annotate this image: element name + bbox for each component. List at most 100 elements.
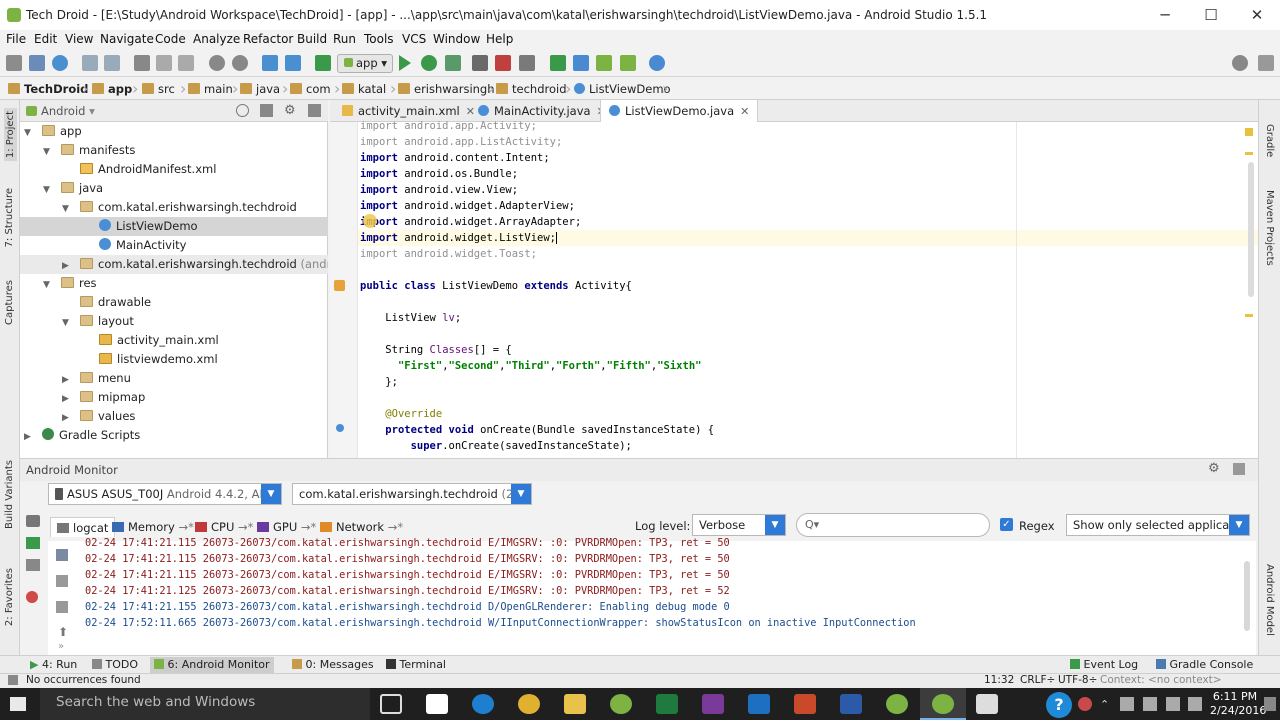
close-button[interactable]: ✕: [1234, 0, 1280, 30]
tray-app-icon[interactable]: [1078, 697, 1092, 711]
tab-logcat[interactable]: logcat: [50, 517, 116, 537]
code-line[interactable]: @Override: [360, 406, 442, 422]
code-line[interactable]: ListView lv;: [360, 310, 461, 326]
android-studio-taskbar-icon-2[interactable]: [886, 694, 908, 714]
sdk-manager-icon[interactable]: [596, 55, 612, 71]
expand-down-icon[interactable]: ▼: [62, 314, 72, 331]
outlook-icon[interactable]: [748, 694, 770, 714]
expand-down-icon[interactable]: ▼: [43, 276, 53, 293]
gradle-sync-icon[interactable]: [550, 55, 566, 71]
tree-item[interactable]: AndroidManifest.xml: [20, 160, 328, 179]
screen-record-icon[interactable]: [26, 537, 40, 549]
minimize-button[interactable]: ─: [1142, 0, 1188, 30]
tool-tab-todo[interactable]: TODO: [92, 657, 138, 673]
tree-item[interactable]: ListViewDemo: [20, 217, 328, 236]
active-window-indicator[interactable]: [920, 688, 966, 720]
tree-item[interactable]: activity_main.xml: [20, 331, 328, 350]
breadcrumb-src[interactable]: src: [142, 82, 175, 96]
sync-icon[interactable]: [52, 55, 68, 71]
regex-checkbox[interactable]: ✓: [1000, 518, 1013, 531]
menu-analyze[interactable]: Analyze: [193, 32, 240, 46]
breadcrumb-app[interactable]: app: [92, 82, 132, 96]
menu-refactor[interactable]: Refactor: [243, 32, 293, 46]
device-dropdown[interactable]: ASUS ASUS_T00J Android 4.4.2, API 19 ▼: [48, 483, 282, 505]
error-stripe-mark[interactable]: [1245, 152, 1253, 155]
device-monitor-icon[interactable]: [620, 55, 636, 71]
onenote-icon[interactable]: [702, 694, 724, 714]
tree-item[interactable]: listviewdemo.xml: [20, 350, 328, 369]
hide-icon[interactable]: [1233, 463, 1245, 475]
system-info-icon[interactable]: [26, 559, 40, 571]
tab-listviewdemo-java[interactable]: ListViewDemo.java ✕: [600, 100, 759, 122]
tree-item[interactable]: ▼ com.katal.erishwarsingh.techdroid: [20, 198, 328, 217]
menu-edit[interactable]: Edit: [34, 32, 57, 46]
make-project-icon[interactable]: [315, 55, 331, 71]
tool-tab-messages[interactable]: 0: Messages: [292, 657, 374, 673]
line-separator[interactable]: CRLF÷: [1020, 674, 1055, 686]
menu-navigate[interactable]: Navigate: [100, 32, 154, 46]
tool-tab-run[interactable]: ▶ 4: Run: [30, 657, 77, 673]
breadcrumb-listviewdemo[interactable]: ListViewDemo: [574, 82, 671, 96]
menu-build[interactable]: Build: [297, 32, 327, 46]
context-indicator[interactable]: Context: <no context>: [1100, 674, 1222, 686]
store-icon[interactable]: [426, 694, 448, 714]
editor-scrollbar[interactable]: [1248, 162, 1254, 297]
tree-item[interactable]: drawable: [20, 293, 328, 312]
tree-item[interactable]: ▼ app: [20, 122, 328, 141]
gear-icon[interactable]: ⚙: [1208, 461, 1220, 476]
powerpoint-icon[interactable]: [794, 694, 816, 714]
log-line[interactable]: 02-24 17:52:11.665 26073-26073/com.katal…: [85, 615, 916, 631]
photos-icon[interactable]: [976, 694, 998, 714]
log-line[interactable]: 02-24 17:41:21.125 26073-26073/com.katal…: [85, 583, 730, 599]
tool-window-android-model[interactable]: Android Model: [1264, 564, 1275, 636]
menu-code[interactable]: Code: [155, 32, 186, 46]
tree-item[interactable]: ▼ manifests: [20, 141, 328, 160]
breadcrumb-main[interactable]: main: [188, 82, 233, 96]
redo-icon[interactable]: [104, 55, 120, 71]
chevron-down-icon[interactable]: ▼: [1229, 515, 1249, 535]
tool-tab-android-monitor[interactable]: 6: Android Monitor: [150, 657, 274, 673]
code-editor[interactable]: import android.app.Activity; import andro…: [330, 120, 1258, 458]
log-line[interactable]: 02-24 17:41:21.115 26073-26073/com.katal…: [85, 535, 730, 551]
code-line[interactable]: protected void onCreate(Bundle savedInst…: [360, 422, 714, 438]
lightbulb-icon[interactable]: [363, 214, 377, 228]
expand-right-icon[interactable]: ▶: [62, 390, 72, 407]
help-icon[interactable]: [649, 55, 665, 71]
tree-item[interactable]: ▶ mipmap: [20, 388, 328, 407]
tool-tab-event-log[interactable]: Event Log: [1070, 657, 1138, 673]
file-explorer-icon[interactable]: [564, 694, 586, 714]
run-icon[interactable]: [399, 55, 411, 71]
network-tray-icon[interactable]: [1120, 697, 1134, 711]
run-config-dropdown[interactable]: app ▾: [337, 54, 393, 73]
menu-tools[interactable]: Tools: [364, 32, 394, 46]
tool-tab-terminal[interactable]: Terminal: [386, 657, 446, 673]
code-line[interactable]: import android.widget.Toast;: [360, 246, 537, 262]
tab-cpu[interactable]: CPU →*: [195, 517, 253, 537]
layout-icon[interactable]: [1258, 55, 1274, 71]
logcat-scrollbar[interactable]: [1244, 561, 1250, 631]
expand-right-icon[interactable]: ▶: [62, 409, 72, 426]
tree-item[interactable]: ▶ com.katal.erishwarsingh.techdroid (andr…: [20, 255, 328, 274]
tool-window-favorites[interactable]: 2: Favorites: [4, 568, 15, 626]
expand-right-icon[interactable]: ▶: [24, 428, 34, 445]
coverage-icon[interactable]: [472, 55, 488, 71]
code-line[interactable]: import android.view.View;: [360, 182, 518, 198]
back-icon[interactable]: [262, 55, 278, 71]
code-line[interactable]: import android.widget.ArrayAdapter;: [360, 214, 581, 230]
maximize-button[interactable]: ☐: [1188, 0, 1234, 30]
gear-icon[interactable]: ⚙: [284, 103, 296, 118]
search-everywhere-icon[interactable]: [1232, 55, 1248, 71]
tree-item[interactable]: MainActivity: [20, 236, 328, 255]
taskbar-search-box[interactable]: Search the web and Windows: [40, 688, 370, 720]
battery-icon[interactable]: [1166, 697, 1180, 711]
keyboard-icon[interactable]: [1188, 697, 1202, 711]
logcat-search-input[interactable]: Q▾: [796, 513, 990, 537]
breadcrumb-java[interactable]: java: [240, 82, 280, 96]
word-icon[interactable]: [840, 694, 862, 714]
caret-position[interactable]: 11:32: [984, 674, 1014, 686]
tree-item[interactable]: ▼ java: [20, 179, 328, 198]
notifications-icon[interactable]: [1264, 697, 1276, 711]
tree-item[interactable]: ▶ Gradle Scripts: [20, 426, 328, 445]
tool-window-project[interactable]: 1: Project: [4, 108, 17, 162]
breadcrumb-techdroid-pkg[interactable]: techdroid: [496, 82, 567, 96]
